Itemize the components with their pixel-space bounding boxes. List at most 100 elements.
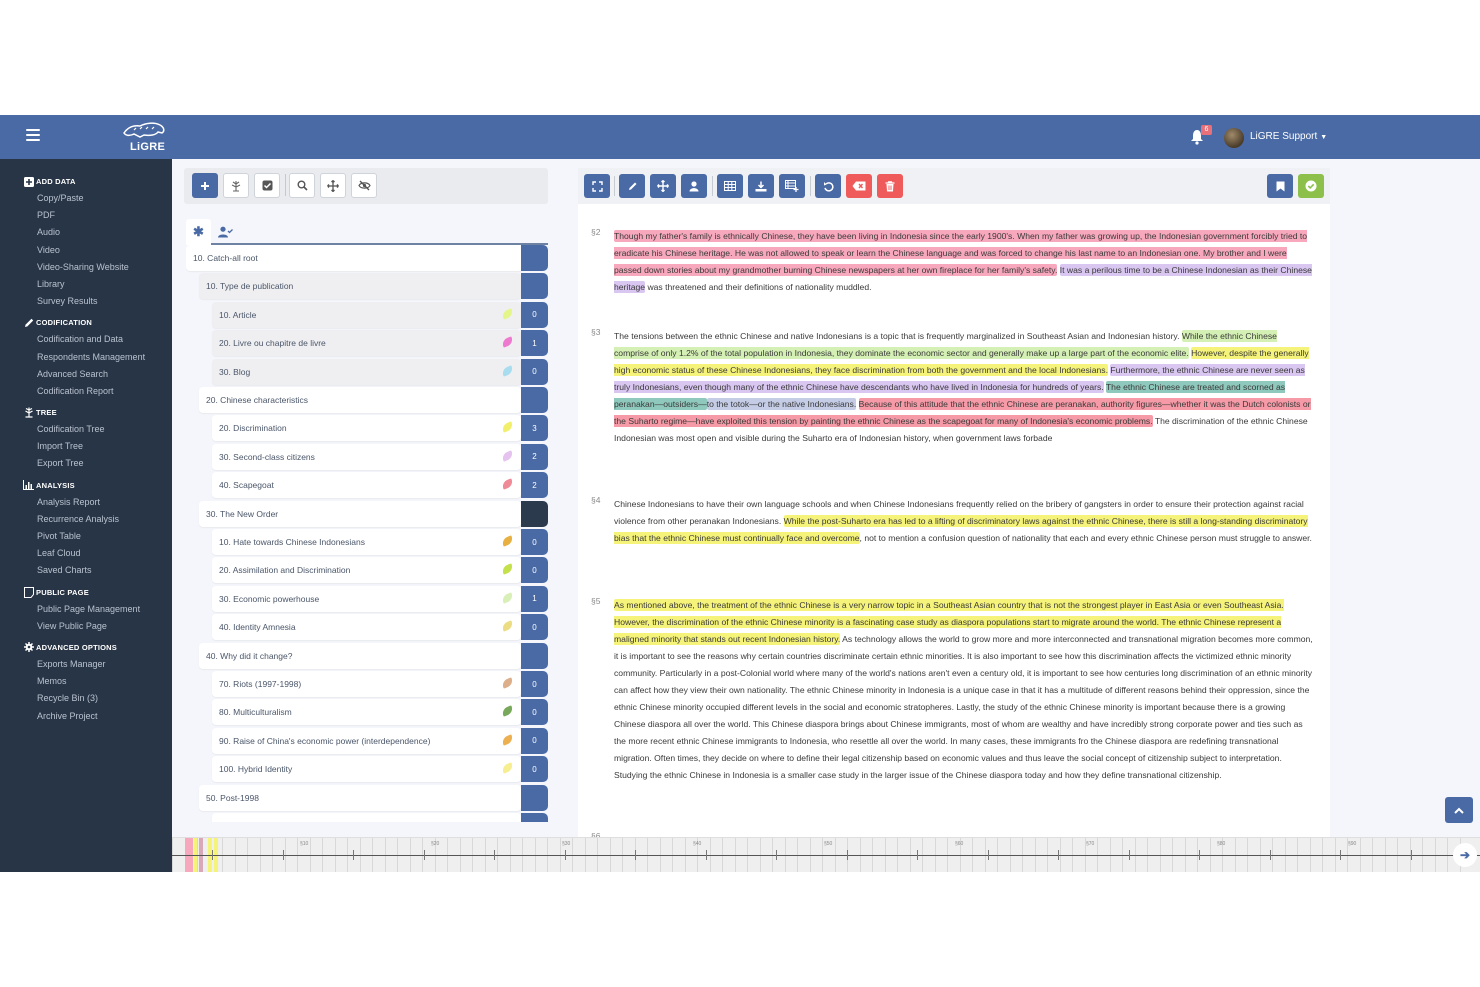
leaf-color-icon <box>500 734 515 746</box>
sidebar-item-audio[interactable]: Audio <box>0 224 172 241</box>
tree-node[interactable]: 70. Riots (1997-1998) <box>212 671 521 697</box>
tree-node[interactable]: 80. Multiculturalism <box>212 699 521 726</box>
sidebar-item-view-public-page[interactable]: View Public Page <box>0 618 172 635</box>
timeline-next-button[interactable]: ➔ <box>1453 843 1477 867</box>
tree-node[interactable]: 20. Chinese characteristics <box>199 387 521 413</box>
fullscreen-button[interactable] <box>584 174 610 198</box>
hide-button[interactable] <box>351 173 377 198</box>
sidebar-item-saved-charts[interactable]: Saved Charts <box>0 562 172 579</box>
select-all-button[interactable] <box>254 173 280 198</box>
code-count-badge[interactable]: 3 <box>521 415 548 442</box>
sidebar-item-export-tree[interactable]: Export Tree <box>0 455 172 472</box>
paragraph-timeline[interactable]: ➔ §10 §20 §30 §40 §50 §60 §70 §80 §90 <box>172 837 1480 872</box>
move-button[interactable] <box>320 173 346 198</box>
tree-node[interactable]: 40. Scapegoat <box>212 472 521 499</box>
paragraph-number[interactable]: §2 <box>591 227 600 237</box>
sidebar-item-recycle-bin-3[interactable]: Recycle Bin (3) <box>0 690 172 707</box>
sidebar-item-video[interactable]: Video <box>0 242 172 259</box>
tree-node[interactable] <box>212 813 521 822</box>
scroll-to-top-button[interactable] <box>1445 797 1473 823</box>
tree-node[interactable]: 20. Assimilation and Discrimination <box>212 557 521 584</box>
search-button[interactable] <box>289 173 315 198</box>
add-code-button[interactable] <box>192 173 218 198</box>
sidebar-item-video-sharing-website[interactable]: Video-Sharing Website <box>0 259 172 276</box>
code-count-badge[interactable] <box>521 387 548 413</box>
user-avatar[interactable] <box>1224 128 1244 148</box>
complete-button[interactable] <box>1298 174 1324 198</box>
tree-node[interactable]: 10. Hate towards Chinese Indonesians <box>212 529 521 555</box>
code-count-badge[interactable]: 0 <box>521 727 548 754</box>
code-count-badge[interactable]: 0 <box>521 557 548 584</box>
paragraph-number[interactable]: §4 <box>591 495 600 505</box>
edit-button[interactable] <box>619 174 645 198</box>
code-count-badge[interactable] <box>521 813 548 822</box>
tree-node[interactable]: 40. Identity Amnesia <box>212 614 521 641</box>
download-button[interactable] <box>748 174 774 198</box>
paragraph-number[interactable]: §3 <box>591 327 600 337</box>
tree-node[interactable]: 30. Economic powerhouse <box>212 585 521 612</box>
sidebar-item-survey-results[interactable]: Survey Results <box>0 293 172 310</box>
tree-node[interactable]: 10. Article <box>212 301 521 328</box>
paragraph-number[interactable]: §5 <box>591 596 600 606</box>
code-count-badge[interactable]: 0 <box>521 699 548 726</box>
table-view-button[interactable] <box>717 174 743 198</box>
tree-node[interactable]: 20. Livre ou chapitre de livre <box>212 330 521 357</box>
code-count-badge[interactable] <box>521 245 548 271</box>
sidebar-item-memos[interactable]: Memos <box>0 673 172 690</box>
tree-node[interactable]: 20. Discrimination <box>212 415 521 442</box>
move-text-button[interactable] <box>650 174 676 198</box>
code-count-badge[interactable]: 0 <box>521 529 548 555</box>
code-count-badge[interactable] <box>521 500 548 527</box>
add-media-button[interactable] <box>779 174 805 198</box>
tree-node[interactable]: 10. Catch-all root <box>186 245 521 271</box>
code-count-badge[interactable]: 0 <box>521 614 548 641</box>
code-count-badge[interactable] <box>521 642 548 669</box>
code-count-badge[interactable]: 0 <box>521 671 548 697</box>
sidebar-item-copy-paste[interactable]: Copy/Paste <box>0 190 172 207</box>
code-count-badge[interactable]: 2 <box>521 472 548 499</box>
tab-all-codes[interactable]: ✱ <box>186 219 211 245</box>
sidebar-item-pivot-table[interactable]: Pivot Table <box>0 528 172 545</box>
sidebar-item-pdf[interactable]: PDF <box>0 207 172 224</box>
delete-button[interactable] <box>877 174 903 198</box>
code-count-badge[interactable] <box>521 273 548 300</box>
user-menu[interactable]: LiGRE Support ▼ <box>1250 131 1327 142</box>
sidebar-item-import-tree[interactable]: Import Tree <box>0 438 172 455</box>
bookmark-button[interactable] <box>1267 174 1293 198</box>
sidebar-item-archive-project[interactable]: Archive Project <box>0 708 172 725</box>
tab-respondents[interactable] <box>213 219 238 245</box>
sidebar-item-exports-manager[interactable]: Exports Manager <box>0 656 172 673</box>
sidebar-item-respondents-management[interactable]: Respondents Management <box>0 349 172 366</box>
code-count-badge[interactable]: 0 <box>521 358 548 385</box>
sidebar-item-library[interactable]: Library <box>0 276 172 293</box>
clear-codes-button[interactable] <box>846 174 872 198</box>
tree-node[interactable]: 90. Raise of China's economic power (int… <box>212 727 521 754</box>
code-count-badge[interactable] <box>521 784 548 811</box>
tree-node[interactable]: 40. Why did it change? <box>199 642 521 669</box>
tree-node[interactable]: 30. Blog <box>212 358 521 385</box>
tree-node[interactable]: 30. The New Order <box>199 500 521 527</box>
sidebar-item-advanced-search[interactable]: Advanced Search <box>0 366 172 383</box>
sidebar-item-recurrence-analysis[interactable]: Recurrence Analysis <box>0 511 172 528</box>
tree-node[interactable]: 100. Hybrid Identity <box>212 756 521 783</box>
code-count-badge[interactable]: 1 <box>521 585 548 612</box>
respondent-button[interactable] <box>681 174 707 198</box>
tree-view-button[interactable] <box>223 173 249 198</box>
code-count-badge[interactable]: 0 <box>521 756 548 783</box>
sidebar-item-leaf-cloud[interactable]: Leaf Cloud <box>0 545 172 562</box>
tree-node[interactable]: 50. Post-1998 <box>199 784 521 811</box>
ligre-logo[interactable]: LiGRE <box>120 119 168 155</box>
sidebar-item-codification-tree[interactable]: Codification Tree <box>0 421 172 438</box>
menu-toggle-icon[interactable] <box>26 129 40 143</box>
tree-node[interactable]: 10. Type de publication <box>199 273 521 300</box>
sidebar-item-analysis-report[interactable]: Analysis Report <box>0 494 172 511</box>
code-count-badge[interactable]: 1 <box>521 330 548 357</box>
undo-button[interactable] <box>815 174 841 198</box>
sidebar-item-codification-and-data[interactable]: Codification and Data <box>0 331 172 348</box>
coded-segment[interactable]: to the totok—or the native Indonesians. <box>706 398 857 410</box>
sidebar-item-public-page-management[interactable]: Public Page Management <box>0 601 172 618</box>
code-count-badge[interactable]: 2 <box>521 443 548 470</box>
tree-node[interactable]: 30. Second-class citizens <box>212 443 521 470</box>
code-count-badge[interactable]: 0 <box>521 301 548 328</box>
sidebar-item-codification-report[interactable]: Codification Report <box>0 383 172 400</box>
